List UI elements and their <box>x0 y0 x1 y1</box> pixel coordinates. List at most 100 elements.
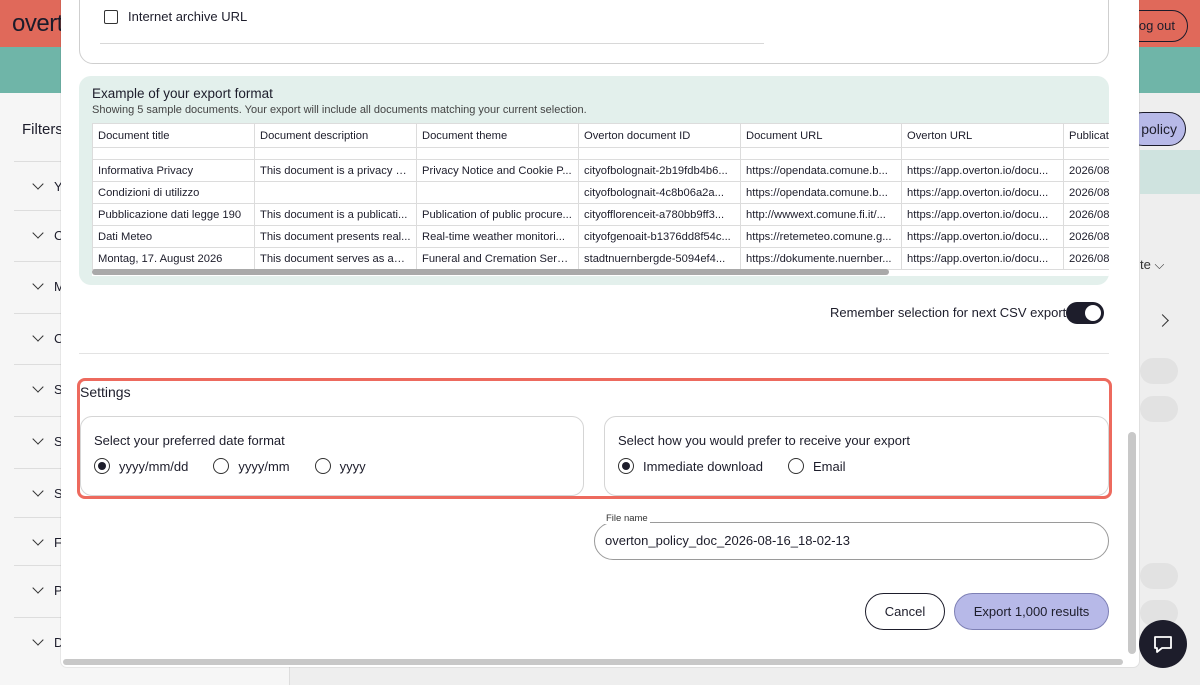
table-cell: Dati Meteo <box>92 225 255 248</box>
date-format-card: Select your preferred date format yyyy/m… <box>80 416 584 496</box>
table-cell: Real-time weather monitori... <box>416 225 579 248</box>
column-header: Overton document ID <box>578 123 741 148</box>
delivery-radio[interactable] <box>618 458 634 474</box>
table-row: Informativa Privacy This document is a pr… <box>92 159 1109 182</box>
tag-pill <box>1140 563 1178 589</box>
table-spacer-row <box>92 147 1109 160</box>
chevron-down-icon <box>32 582 44 594</box>
delivery-label: Select how you would prefer to receive y… <box>618 433 910 448</box>
internet-archive-label: Internet archive URL <box>128 9 248 24</box>
chevron-down-icon <box>32 634 44 646</box>
table-cell: Informativa Privacy <box>92 159 255 182</box>
table-horizontal-scrollbar[interactable] <box>92 269 889 275</box>
column-options-card: Internet archive URL <box>79 0 1109 64</box>
chevron-down-icon <box>32 330 44 342</box>
table-cell: https://app.overton.io/docu... <box>901 247 1064 270</box>
table-cell: https://app.overton.io/docu... <box>901 203 1064 226</box>
file-name-input[interactable]: overton_policy_doc_2026-08-16_18-02-13 <box>594 522 1109 560</box>
chevron-down-icon <box>32 534 44 546</box>
export-example-panel: Example of your export format Showing 5 … <box>79 76 1109 285</box>
example-subtitle: Showing 5 sample documents. Your export … <box>92 104 587 116</box>
remember-selection-label: Remember selection for next CSV export <box>830 305 1067 320</box>
table-cell: stadtnuernbergde-5094ef4... <box>578 247 741 270</box>
date-format-option[interactable]: yyyy/mm/dd <box>94 458 188 474</box>
table-row: Dati Meteo This document presents real...… <box>92 225 1109 248</box>
section-divider <box>79 353 1109 354</box>
chevron-down-icon <box>32 178 44 190</box>
table-cell: 2026/08 <box>1063 159 1109 182</box>
table-cell: https://app.overton.io/docu... <box>901 181 1064 204</box>
table-cell <box>740 147 902 160</box>
example-table: Document title Document description Docume… <box>92 123 1109 270</box>
table-cell: Condizioni di utilizzo <box>92 181 255 204</box>
results-header-strip <box>1140 150 1200 194</box>
date-format-radio[interactable] <box>314 458 331 474</box>
modal-vertical-scrollbar[interactable] <box>1128 432 1136 654</box>
table-cell: https://opendata.comune.b... <box>740 181 902 204</box>
table-cell: https://retemeteo.comune.g... <box>740 225 902 248</box>
column-header: Document description <box>254 123 417 148</box>
modal-horizontal-scrollbar[interactable] <box>63 659 1123 665</box>
table-cell <box>254 147 417 160</box>
chevron-down-icon <box>32 381 44 393</box>
table-cell: cityofbolognait-4c8b06a2a... <box>578 181 741 204</box>
table-cell: 2026/08 <box>1063 247 1109 270</box>
table-cell <box>416 147 579 160</box>
filters-title: Filters <box>22 121 63 138</box>
export-button[interactable]: Export 1,000 results <box>954 593 1109 630</box>
delivery-card: Select how you would prefer to receive y… <box>604 416 1109 496</box>
table-cell: This document serves as an ... <box>254 247 417 270</box>
table-row: Montag, 17. August 2026 This document ser… <box>92 247 1109 270</box>
delivery-radio-group: Immediate download Email <box>618 458 870 474</box>
table-cell <box>416 181 579 204</box>
table-cell: Pubblicazione dati legge 190 <box>92 203 255 226</box>
table-row: Condizioni di utilizzo cityofbolognait-4c… <box>92 181 1109 204</box>
table-cell: This document is a privacy n... <box>254 159 417 182</box>
date-format-radio[interactable] <box>94 458 110 474</box>
tag-pill <box>1140 358 1178 384</box>
table-cell: http://wwwext.comune.fi.it/... <box>740 203 902 226</box>
column-header: Overton URL <box>901 123 1064 148</box>
table-cell: Privacy Notice and Cookie P... <box>416 159 579 182</box>
table-cell <box>1063 147 1109 160</box>
chevron-down-icon <box>32 433 44 445</box>
table-cell: https://app.overton.io/docu... <box>901 159 1064 182</box>
date-format-option[interactable]: yyyy/mm <box>213 458 290 474</box>
chevron-down-icon <box>32 227 44 239</box>
delivery-option[interactable]: Email <box>787 458 845 474</box>
delivery-option-label: Immediate download <box>643 458 763 474</box>
table-cell: https://app.overton.io/docu... <box>901 225 1064 248</box>
date-format-option[interactable]: yyyy <box>314 458 366 474</box>
date-format-option-label: yyyy/mm/dd <box>119 458 189 474</box>
column-header: Document URL <box>740 123 902 148</box>
table-cell: Montag, 17. August 2026 <box>92 247 255 270</box>
chat-button[interactable] <box>1139 620 1187 668</box>
internet-archive-option[interactable]: Internet archive URL <box>104 9 247 24</box>
example-table-container[interactable]: Document title Document description Docume… <box>92 123 1109 276</box>
date-format-radio[interactable] <box>213 458 230 474</box>
table-cell <box>901 147 1064 160</box>
table-cell: This document presents real... <box>254 225 417 248</box>
internet-archive-checkbox[interactable] <box>104 9 118 24</box>
cancel-button[interactable]: Cancel <box>865 593 945 630</box>
date-format-radio-group: yyyy/mm/dd yyyy/mm yyyy <box>94 458 391 474</box>
chevron-down-icon <box>32 485 44 497</box>
date-format-option-label: yyyy/mm <box>238 458 290 474</box>
date-format-label: Select your preferred date format <box>94 433 285 448</box>
table-cell: https://dokumente.nuernber... <box>740 247 902 270</box>
table-cell: cityofbolognait-2b19fdb4b6... <box>578 159 741 182</box>
sort-label: te <box>1140 257 1151 272</box>
table-cell: 2026/08 <box>1063 225 1109 248</box>
table-cell: https://opendata.comune.b... <box>740 159 902 182</box>
table-cell <box>254 181 417 204</box>
table-cell <box>578 147 741 160</box>
remember-selection-toggle[interactable] <box>1066 302 1104 324</box>
table-cell: cityofflorenceit-a780bb9ff3... <box>578 203 741 226</box>
delivery-option[interactable]: Immediate download <box>618 458 763 474</box>
sort-dropdown[interactable]: te ⌵ <box>1140 257 1164 273</box>
chat-icon <box>1154 636 1172 653</box>
chevron-down-icon: ⌵ <box>1154 257 1165 272</box>
column-header: Document title <box>92 123 255 148</box>
delivery-radio[interactable] <box>787 458 804 474</box>
table-cell: This document is a publicati... <box>254 203 417 226</box>
